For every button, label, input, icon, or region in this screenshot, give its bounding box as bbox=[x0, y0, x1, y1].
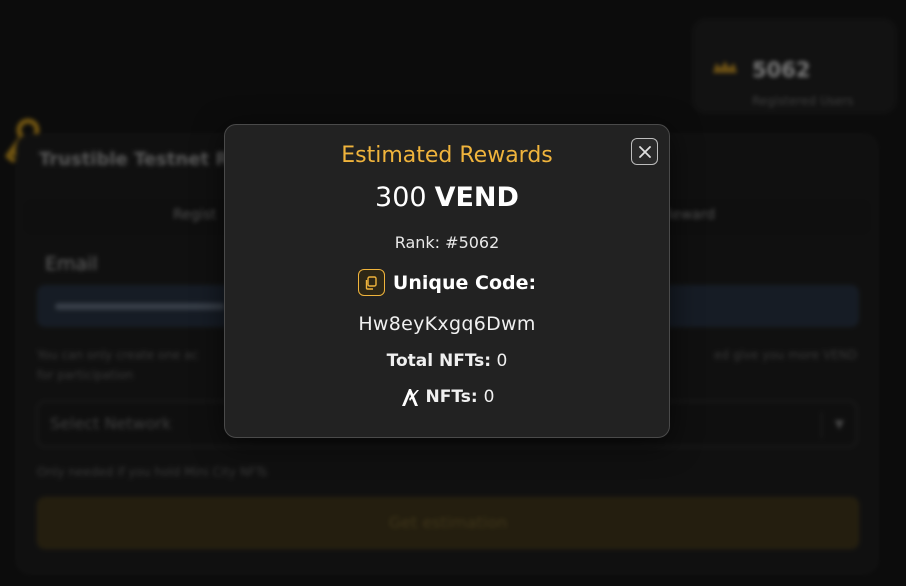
modal-title: Estimated Rewards bbox=[341, 143, 553, 168]
reward-amount: 300 VEND bbox=[225, 182, 669, 213]
copy-icon bbox=[366, 275, 378, 290]
algorand-nfts-value: 0 bbox=[483, 387, 495, 407]
algorand-nfts-label: NFTs: bbox=[425, 387, 478, 407]
estimated-rewards-modal: Estimated Rewards 300 VEND Rank: #5062 Un… bbox=[224, 124, 670, 438]
unique-code-label: Unique Code: bbox=[392, 271, 537, 294]
reward-value: 300 bbox=[375, 182, 427, 213]
reward-unit: VEND bbox=[434, 182, 519, 213]
total-nfts-value: 0 bbox=[496, 351, 508, 371]
algorand-icon bbox=[401, 389, 419, 406]
unique-code-value: Hw8eyKxgq6Dwm bbox=[358, 313, 536, 335]
copy-code-button[interactable] bbox=[357, 269, 385, 296]
rank-text: Rank: #5062 bbox=[394, 233, 500, 252]
total-nfts: Total NFTs: 0 bbox=[225, 351, 669, 371]
unique-code-heading: Unique Code: bbox=[225, 269, 669, 296]
algorand-nfts: NFTs: 0 bbox=[225, 387, 669, 407]
total-nfts-label: Total NFTs: bbox=[386, 351, 492, 371]
